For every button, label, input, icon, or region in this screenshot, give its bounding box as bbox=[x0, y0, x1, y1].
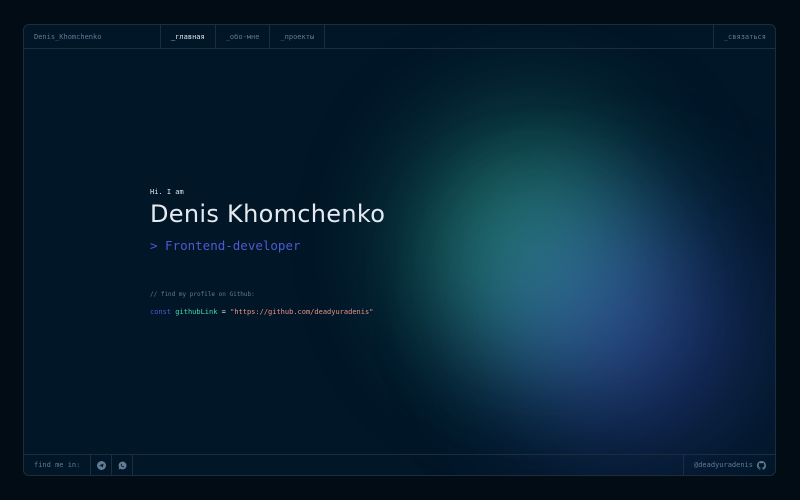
code-keyword: const bbox=[150, 308, 172, 316]
telegram-link[interactable] bbox=[91, 455, 113, 475]
background-glow-blue bbox=[454, 175, 775, 475]
hero-role: > Frontend-developer bbox=[150, 238, 301, 253]
find-me-label: find me in: bbox=[24, 455, 92, 475]
telegram-icon bbox=[96, 460, 106, 470]
tab-home[interactable]: _главная bbox=[161, 25, 216, 48]
code-variable: githubLink bbox=[175, 308, 218, 316]
hero-greeting: Hi. I am bbox=[150, 188, 184, 196]
github-icon bbox=[757, 460, 766, 470]
code-operator: = bbox=[221, 308, 226, 316]
tab-contact[interactable]: _связаться bbox=[712, 25, 775, 48]
hero-section: Hi. I am Denis Khomchenko > Frontend-dev… bbox=[150, 188, 385, 316]
code-line: const githubLink = "https://github.com/d… bbox=[150, 308, 385, 316]
github-handle: @deadyuradenis bbox=[693, 461, 753, 469]
footer-spacer bbox=[133, 455, 683, 475]
whatsapp-link[interactable] bbox=[112, 455, 134, 475]
hero-name: Denis Khomchenko bbox=[150, 200, 386, 228]
tab-about[interactable]: _обо-мне bbox=[216, 25, 271, 48]
top-nav: Denis_Khomchenko _главная _обо-мне _прое… bbox=[24, 25, 775, 49]
brand-name[interactable]: Denis_Khomchenko bbox=[24, 25, 161, 48]
tab-projects[interactable]: _проекты bbox=[270, 25, 326, 48]
app-window: Denis_Khomchenko _главная _обо-мне _прое… bbox=[23, 24, 776, 476]
github-profile-link[interactable]: @deadyuradenis bbox=[682, 455, 775, 475]
github-link[interactable]: "https://github.com/deadyuradenis" bbox=[230, 308, 373, 316]
code-comment: // find my profile on Github: bbox=[150, 291, 255, 298]
whatsapp-icon bbox=[118, 461, 127, 469]
footer-bar: find me in: @deadyuradenis bbox=[24, 454, 775, 475]
